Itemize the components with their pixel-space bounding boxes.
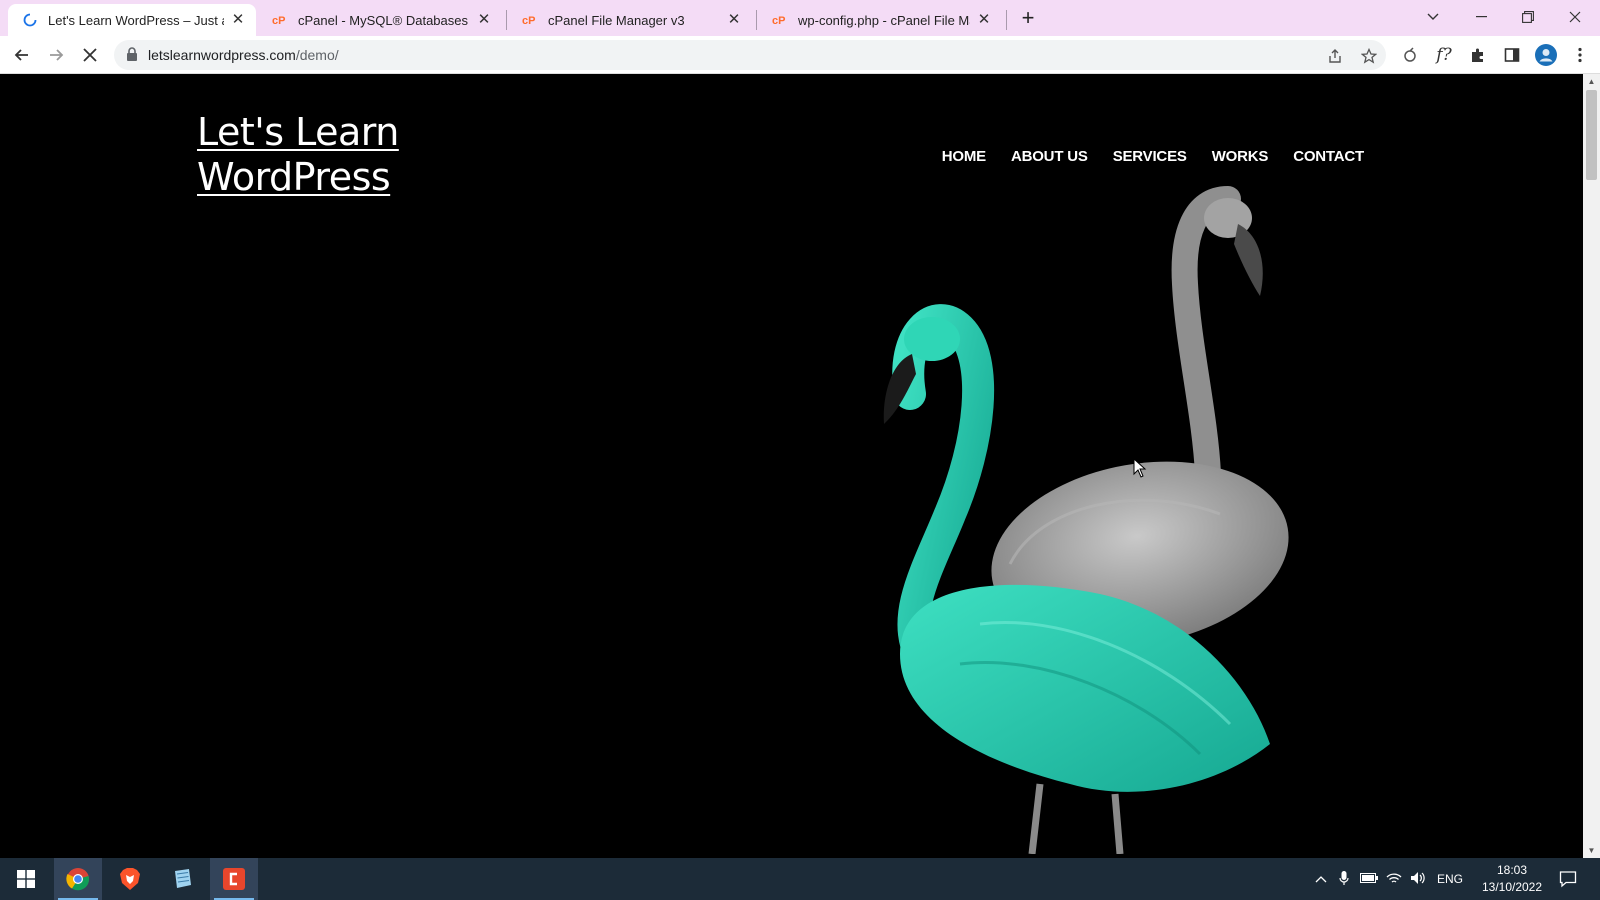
main-navigation: HOME ABOUT US SERVICES WORKS CONTACT — [942, 148, 1364, 165]
svg-text:cP: cP — [272, 15, 285, 26]
tab-separator — [1006, 10, 1007, 30]
close-icon[interactable]: ✕ — [726, 12, 742, 28]
language-indicator[interactable]: ENG — [1430, 872, 1470, 886]
windows-start-icon[interactable] — [2, 858, 50, 900]
system-tray: ENG — [1310, 858, 1470, 900]
chrome-taskbar-icon[interactable] — [54, 858, 102, 900]
tab-letslearnwordpress[interactable]: Let's Learn WordPress – Just ano ✕ — [8, 4, 256, 36]
loading-spinner-icon — [22, 12, 38, 28]
close-icon[interactable]: ✕ — [476, 12, 492, 28]
web-page: Let's Learn WordPress HOME ABOUT US SERV… — [0, 74, 1583, 858]
extension-icon[interactable] — [1396, 41, 1424, 69]
volume-icon[interactable] — [1406, 871, 1430, 888]
nav-works[interactable]: WORKS — [1212, 148, 1269, 165]
scroll-down-icon[interactable]: ▼ — [1587, 846, 1596, 855]
url-path: /demo/ — [295, 47, 339, 63]
tab-cpanel-mysql[interactable]: cP cPanel - MySQL® Databases ✕ — [258, 4, 502, 36]
notifications-icon[interactable] — [1544, 858, 1592, 900]
back-icon[interactable] — [8, 41, 36, 69]
forward-icon[interactable] — [42, 41, 70, 69]
site-title-line2: WordPress — [197, 155, 391, 199]
tab-search-icon[interactable] — [1410, 0, 1456, 34]
svg-text:cP: cP — [772, 15, 785, 26]
mouse-cursor-icon — [1133, 458, 1147, 478]
microphone-icon[interactable] — [1332, 870, 1356, 889]
nav-about-us[interactable]: ABOUT US — [1011, 148, 1088, 165]
close-icon[interactable]: ✕ — [976, 12, 992, 28]
tab-separator — [756, 10, 757, 30]
cpanel-icon: cP — [272, 12, 288, 28]
nav-services[interactable]: SERVICES — [1113, 148, 1187, 165]
extensions-puzzle-icon[interactable] — [1464, 41, 1492, 69]
new-tab-button[interactable]: + — [1016, 7, 1040, 31]
bookmark-star-icon[interactable] — [1358, 45, 1380, 67]
page-scrollbar[interactable]: ▲ ▼ — [1583, 74, 1600, 858]
restore-icon[interactable] — [1505, 0, 1551, 34]
profile-avatar[interactable] — [1532, 41, 1560, 69]
brave-taskbar-icon[interactable] — [106, 858, 154, 900]
chevron-up-icon[interactable] — [1310, 872, 1332, 886]
notepad-taskbar-icon[interactable] — [158, 858, 206, 900]
site-title-link[interactable]: Let's Learn WordPress — [197, 110, 457, 200]
url-text: letslearnwordpress.com/demo/ — [148, 47, 339, 63]
nav-home[interactable]: HOME — [942, 148, 986, 165]
clock-time: 18:03 — [1496, 863, 1528, 877]
tab-cpanel-file-manager[interactable]: cP cPanel File Manager v3 ✕ — [508, 4, 752, 36]
system-clock[interactable]: 18:03 13/10/2022 — [1472, 862, 1552, 896]
close-window-icon[interactable] — [1552, 0, 1598, 34]
clock-date: 13/10/2022 — [1481, 880, 1543, 894]
flamingo-hero-image — [883, 186, 1289, 854]
tab-title: cPanel - MySQL® Databases — [298, 12, 468, 28]
share-icon[interactable] — [1324, 45, 1346, 67]
wifi-icon[interactable] — [1382, 871, 1406, 888]
tab-separator — [506, 10, 507, 30]
url-host: letslearnwordpress.com — [148, 47, 296, 63]
battery-icon[interactable] — [1356, 872, 1382, 886]
tab-title: cPanel File Manager v3 — [548, 12, 685, 28]
browser-toolbar: letslearnwordpress.com/demo/ f? — [0, 36, 1600, 74]
tab-title: Let's Learn WordPress – Just ano — [48, 12, 224, 28]
tab-wp-config[interactable]: cP wp-config.php - cPanel File Mana ✕ — [758, 4, 1002, 36]
menu-kebab-icon[interactable] — [1566, 41, 1594, 69]
scroll-up-icon[interactable]: ▲ — [1587, 77, 1596, 86]
address-bar[interactable]: letslearnwordpress.com/demo/ — [114, 40, 1386, 70]
tab-title: wp-config.php - cPanel File Mana — [798, 12, 970, 28]
font-finder-icon[interactable]: f? — [1430, 41, 1458, 69]
scrollbar-thumb[interactable] — [1586, 90, 1597, 180]
camtasia-taskbar-icon[interactable] — [210, 858, 258, 900]
lock-icon[interactable] — [126, 47, 140, 63]
windows-taskbar: ENG 18:03 13/10/2022 — [0, 858, 1600, 900]
tab-strip: Let's Learn WordPress – Just ano ✕ cP cP… — [0, 0, 1600, 36]
nav-contact[interactable]: CONTACT — [1293, 148, 1364, 165]
minimize-icon[interactable] — [1458, 0, 1504, 34]
side-panel-icon[interactable] — [1498, 41, 1526, 69]
site-title-line1: Let's Learn — [197, 110, 399, 154]
svg-text:cP: cP — [522, 15, 535, 26]
close-icon[interactable]: ✕ — [230, 12, 246, 28]
cpanel-icon: cP — [772, 12, 788, 28]
cpanel-icon: cP — [522, 12, 538, 28]
stop-loading-icon[interactable] — [76, 41, 104, 69]
